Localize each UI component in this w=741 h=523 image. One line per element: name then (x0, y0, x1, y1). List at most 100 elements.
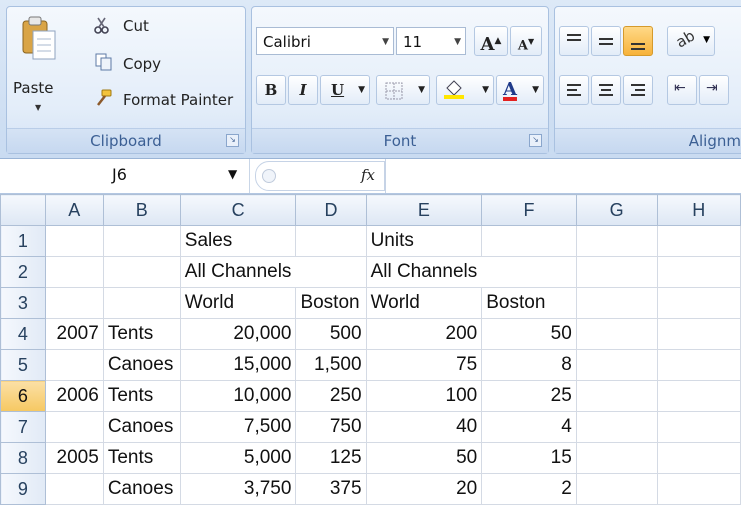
cell-a7[interactable] (44, 411, 104, 443)
row-header[interactable]: 8 (0, 442, 46, 474)
align-right-button[interactable] (623, 75, 653, 105)
cell-c1[interactable]: Sales (179, 225, 297, 257)
cell-g2[interactable] (575, 256, 658, 288)
cell-a8[interactable]: 2005 (44, 442, 104, 474)
cell-h6[interactable] (656, 380, 741, 412)
row-header-selected[interactable]: 6 (0, 380, 46, 412)
cell-c5[interactable]: 15,000 (179, 349, 297, 381)
cell-f2[interactable] (481, 256, 577, 288)
cell-g9[interactable] (575, 473, 658, 505)
insert-function-button[interactable]: fx (361, 166, 375, 184)
column-header-a[interactable]: A (44, 194, 104, 226)
cell-e7[interactable]: 40 (365, 411, 483, 443)
cell-a4[interactable]: 2007 (44, 318, 104, 350)
italic-button[interactable]: I (288, 75, 318, 105)
cell-g5[interactable] (575, 349, 658, 381)
row-header[interactable]: 2 (0, 256, 46, 288)
cell-g8[interactable] (575, 442, 658, 474)
cell-c3[interactable]: World (179, 287, 297, 319)
cell-c7[interactable]: 7,500 (179, 411, 297, 443)
cell-h3[interactable] (656, 287, 741, 319)
row-header[interactable]: 9 (0, 473, 46, 505)
cell-d7[interactable]: 750 (295, 411, 367, 443)
decrease-indent-button[interactable]: ⇤ (667, 75, 697, 105)
borders-button[interactable]: ▼ (376, 75, 430, 105)
cell-a2[interactable] (44, 256, 104, 288)
cell-e8[interactable]: 50 (365, 442, 483, 474)
cell-c2[interactable]: All Channels (179, 256, 296, 288)
cell-c9[interactable]: 3,750 (179, 473, 297, 505)
cell-e3[interactable]: World (365, 287, 483, 319)
row-header[interactable]: 3 (0, 287, 46, 319)
increase-indent-button[interactable]: ⇥ (699, 75, 729, 105)
column-header-b[interactable]: B (102, 194, 181, 226)
font-size-combo[interactable]: 11 ▼ (396, 27, 466, 55)
shrink-font-button[interactable]: A▼ (510, 26, 542, 56)
underline-button[interactable]: U ▼ (320, 75, 370, 105)
cell-d8[interactable]: 125 (295, 442, 367, 474)
cell-f6[interactable]: 25 (481, 380, 577, 412)
column-header-d[interactable]: D (295, 194, 367, 226)
cell-f4[interactable]: 50 (481, 318, 577, 350)
bold-button[interactable]: B (256, 75, 286, 105)
cell-c4[interactable]: 20,000 (179, 318, 297, 350)
row-header[interactable]: 1 (0, 225, 46, 257)
cell-b2[interactable] (102, 256, 181, 288)
cell-a1[interactable] (44, 225, 104, 257)
cell-h9[interactable] (656, 473, 741, 505)
cell-h8[interactable] (656, 442, 741, 474)
align-bottom-button[interactable] (623, 26, 653, 56)
column-header-g[interactable]: G (575, 194, 658, 226)
cell-f9[interactable]: 2 (481, 473, 577, 505)
orientation-dropdown-icon[interactable]: ▼ (703, 35, 710, 45)
column-header-f[interactable]: F (481, 194, 577, 226)
align-left-button[interactable] (559, 75, 589, 105)
cell-a3[interactable] (44, 287, 104, 319)
cell-f1[interactable] (481, 225, 577, 257)
cell-e2[interactable]: All Channels (365, 256, 482, 288)
fill-color-dropdown-icon[interactable]: ▼ (482, 76, 489, 104)
cell-d6[interactable]: 250 (295, 380, 367, 412)
cell-d2[interactable] (295, 256, 367, 288)
cell-g6[interactable] (575, 380, 658, 412)
underline-dropdown-icon[interactable]: ▼ (358, 76, 365, 104)
cell-e9[interactable]: 20 (365, 473, 483, 505)
row-header[interactable]: 7 (0, 411, 46, 443)
name-box-dropdown-icon[interactable]: ▼ (228, 167, 237, 181)
cell-e6[interactable]: 100 (365, 380, 483, 412)
clipboard-dialog-launcher-icon[interactable]: ↘ (226, 134, 239, 147)
cell-f3[interactable]: Boston (481, 287, 577, 319)
cell-h1[interactable] (656, 225, 741, 257)
cell-g4[interactable] (575, 318, 658, 350)
cell-b8[interactable]: Tents (102, 442, 181, 474)
format-painter-button[interactable]: Format Painter (91, 87, 241, 113)
cell-e4[interactable]: 200 (365, 318, 483, 350)
cell-d4[interactable]: 500 (295, 318, 367, 350)
cell-h7[interactable] (656, 411, 741, 443)
cell-d1[interactable] (295, 225, 367, 257)
font-color-dropdown-icon[interactable]: ▼ (532, 76, 539, 104)
cell-a5[interactable] (44, 349, 104, 381)
align-top-button[interactable] (559, 26, 589, 56)
column-header-h[interactable]: H (656, 194, 741, 226)
fill-color-button[interactable]: ▼ (436, 75, 494, 105)
cell-c8[interactable]: 5,000 (179, 442, 297, 474)
cell-g7[interactable] (575, 411, 658, 443)
column-header-e[interactable]: E (365, 194, 483, 226)
font-dialog-launcher-icon[interactable]: ↘ (529, 134, 542, 147)
row-header[interactable]: 4 (0, 318, 46, 350)
cell-b4[interactable]: Tents (102, 318, 181, 350)
name-box[interactable]: J6 ▼ (0, 159, 250, 193)
cell-d3[interactable]: Boston (295, 287, 367, 319)
cell-f5[interactable]: 8 (481, 349, 577, 381)
align-center-button[interactable] (591, 75, 621, 105)
copy-button[interactable]: Copy (91, 51, 211, 77)
paste-button[interactable]: Paste ▼ (9, 11, 69, 121)
cell-h2[interactable] (656, 256, 741, 288)
cell-f8[interactable]: 15 (481, 442, 577, 474)
cell-b5[interactable]: Canoes (102, 349, 181, 381)
cell-b9[interactable]: Canoes (102, 473, 181, 505)
cell-b3[interactable] (102, 287, 181, 319)
cut-button[interactable]: Cut (91, 15, 211, 41)
borders-dropdown-icon[interactable]: ▼ (418, 76, 425, 104)
